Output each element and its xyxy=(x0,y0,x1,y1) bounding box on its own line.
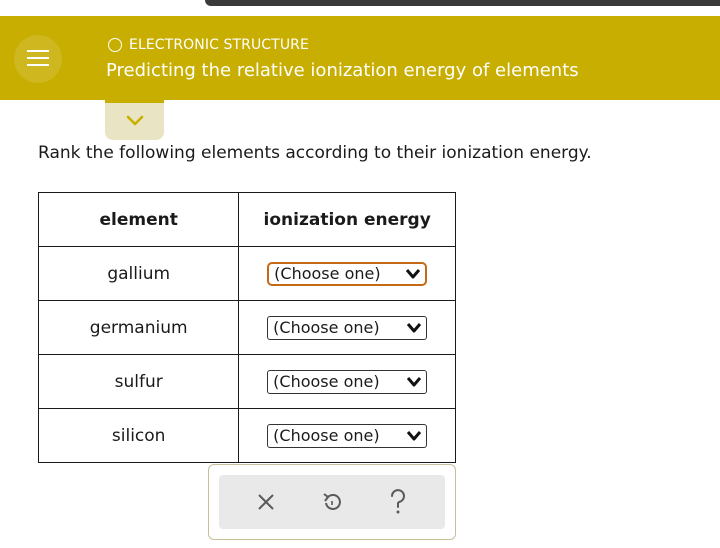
hamburger-icon xyxy=(27,64,49,66)
hamburger-icon xyxy=(27,50,49,52)
select-value: (Choose one) xyxy=(273,372,380,391)
chevron-down-icon xyxy=(407,322,422,332)
select-value: (Choose one) xyxy=(274,264,381,283)
table-header-row: element ionization energy xyxy=(37,192,456,247)
table-row: sulfur (Choose one) xyxy=(37,354,456,409)
chevron-down-icon xyxy=(407,376,422,386)
element-name: silicon xyxy=(37,408,240,463)
table-row: germanium (Choose one) xyxy=(37,300,456,355)
chevron-down-icon xyxy=(407,430,422,440)
page-title: Predicting the relative ionization energ… xyxy=(106,60,579,81)
table-row: silicon (Choose one) xyxy=(37,408,456,463)
column-header-element: element xyxy=(37,192,240,247)
rank-select-gallium[interactable]: (Choose one) xyxy=(267,261,428,286)
topic-row: ELECTRONIC STRUCTURE xyxy=(108,36,309,54)
answer-toolbar xyxy=(208,464,456,540)
table-row: gallium (Choose one) xyxy=(37,246,456,301)
hamburger-icon xyxy=(27,57,49,59)
chevron-down-icon xyxy=(126,115,144,126)
selection-cell: (Choose one) xyxy=(238,246,456,301)
close-icon xyxy=(258,494,274,510)
header-bar: ELECTRONIC STRUCTURE Predicting the rela… xyxy=(0,16,720,100)
select-value: (Choose one) xyxy=(273,318,380,337)
rank-select-germanium[interactable]: (Choose one) xyxy=(267,315,428,340)
selection-cell: (Choose one) xyxy=(238,408,456,463)
column-header-ionization-energy: ionization energy xyxy=(238,192,456,247)
element-name: gallium xyxy=(37,246,240,301)
help-icon xyxy=(391,489,405,514)
expand-tab-button[interactable] xyxy=(105,100,164,140)
help-button[interactable] xyxy=(378,482,418,522)
circle-icon xyxy=(108,38,122,52)
top-edge-bar xyxy=(205,0,720,6)
undo-button[interactable] xyxy=(312,482,352,522)
chevron-down-icon xyxy=(406,268,421,278)
undo-icon xyxy=(323,493,341,510)
element-name: germanium xyxy=(37,300,240,355)
ranking-table: element ionization energy gallium (Choos… xyxy=(37,192,456,463)
toolbar-inner xyxy=(219,475,445,529)
clear-button[interactable] xyxy=(246,482,286,522)
select-value: (Choose one) xyxy=(273,426,380,445)
selection-cell: (Choose one) xyxy=(238,300,456,355)
menu-button[interactable] xyxy=(14,35,62,83)
top-strip xyxy=(0,0,720,16)
selection-cell: (Choose one) xyxy=(238,354,456,409)
question-instruction: Rank the following elements according to… xyxy=(38,143,592,163)
element-name: sulfur xyxy=(37,354,240,409)
rank-select-sulfur[interactable]: (Choose one) xyxy=(267,369,428,394)
topic-label: ELECTRONIC STRUCTURE xyxy=(129,37,309,53)
rank-select-silicon[interactable]: (Choose one) xyxy=(267,423,428,448)
